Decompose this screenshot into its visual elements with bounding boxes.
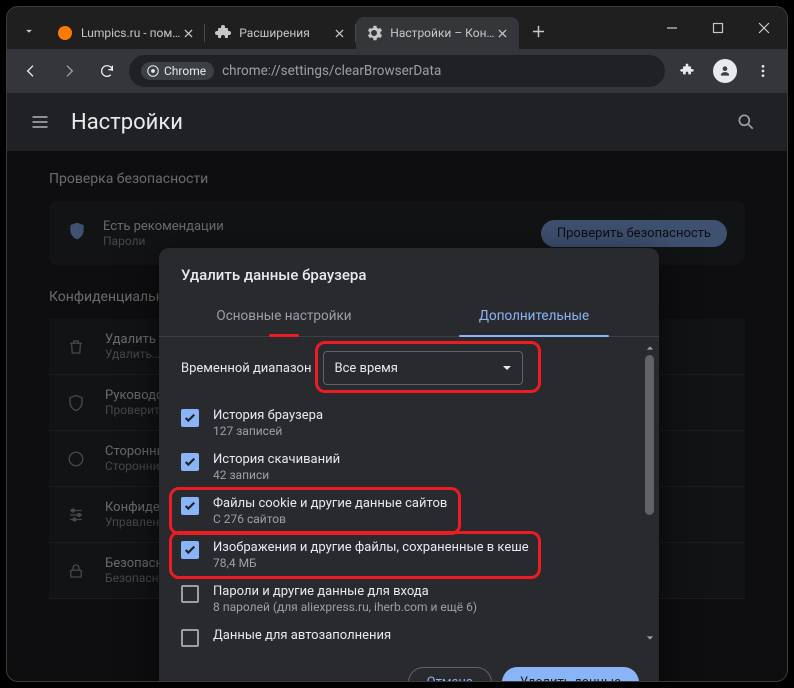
maximize-button[interactable] [695, 7, 741, 49]
toolbar: Chrome chrome://settings/clearBrowserDat… [7, 49, 787, 93]
dialog-title: Удалить данные браузера [159, 248, 659, 298]
time-range-row: Временной диапазон Все время [181, 351, 637, 385]
select-value: Все время [334, 361, 397, 376]
close-icon[interactable] [495, 25, 511, 41]
profile-button[interactable] [709, 55, 741, 87]
page-header: Настройки [7, 93, 787, 151]
checkbox[interactable] [181, 541, 199, 559]
tab-title: Настройки – Кон… [390, 26, 494, 40]
page-title: Настройки [71, 110, 183, 135]
tab-title: Lumpics.ru - пом… [81, 26, 180, 40]
chrome-chip: Chrome [141, 62, 214, 80]
tab-lumpics[interactable]: Lumpics.ru - пом… [47, 17, 204, 49]
checkbox[interactable] [181, 497, 199, 515]
scroll-up-icon[interactable] [645, 343, 654, 353]
scrollbar[interactable] [645, 343, 654, 643]
item-history[interactable]: История браузера127 записей [181, 401, 637, 445]
time-range-label: Временной диапазон [181, 361, 311, 376]
window-controls [649, 7, 787, 49]
dialog-body: Временной диапазон Все время История бра… [159, 337, 659, 653]
omnibox[interactable]: Chrome chrome://settings/clearBrowserDat… [129, 55, 665, 87]
tab-basic[interactable]: Основные настройки [159, 298, 409, 336]
minimize-button[interactable] [649, 7, 695, 49]
tab-extensions[interactable]: Расширения [205, 17, 355, 49]
checkbox[interactable] [181, 585, 199, 603]
scroll-down-icon[interactable] [645, 633, 654, 643]
close-icon[interactable] [331, 25, 347, 41]
back-button[interactable] [15, 55, 47, 87]
menu-icon[interactable] [27, 109, 53, 135]
item-cache[interactable]: Изображения и другие файлы, сохраненные … [181, 533, 637, 577]
checkbox[interactable] [181, 453, 199, 471]
tab-title: Расширения [239, 26, 331, 40]
item-autofill[interactable]: Данные для автозаполнения [181, 621, 637, 647]
avatar [713, 59, 737, 83]
item-downloads[interactable]: История скачиваний42 записи [181, 445, 637, 489]
confirm-button[interactable]: Удалить данные [502, 667, 639, 681]
item-cookies[interactable]: Файлы cookie и другие данные сайтовС 276… [181, 489, 637, 533]
new-tab-button[interactable] [525, 17, 553, 45]
browser-window: Lumpics.ru - пом… Расширения Настройки –… [6, 6, 788, 682]
puzzle-icon [215, 25, 231, 41]
forward-button[interactable] [53, 55, 85, 87]
dialog-actions: Отмена Удалить данные [159, 653, 659, 681]
clear-data-dialog: Удалить данные браузера Основные настрой… [159, 248, 659, 681]
cancel-button[interactable]: Отмена [408, 667, 492, 681]
gear-icon [366, 25, 382, 41]
tab-settings[interactable]: Настройки – Кон… [356, 17, 518, 49]
time-range-select[interactable]: Все время [323, 351, 523, 385]
extensions-button[interactable] [671, 55, 703, 87]
checkbox[interactable] [181, 629, 199, 647]
favicon-lumpics [57, 25, 73, 41]
close-icon[interactable] [180, 25, 196, 41]
item-passwords[interactable]: Пароли и другие данные для входа8 пароле… [181, 577, 637, 621]
search-icon[interactable] [733, 109, 759, 135]
scroll-thumb[interactable] [645, 355, 654, 515]
chip-label: Chrome [164, 64, 206, 78]
tab-search-button[interactable] [15, 17, 43, 45]
url-text: chrome://settings/clearBrowserData [222, 63, 441, 79]
checkbox[interactable] [181, 409, 199, 427]
chevron-down-icon [502, 363, 512, 373]
tab-strip: Lumpics.ru - пом… Расширения Настройки –… [7, 7, 787, 49]
reload-button[interactable] [91, 55, 123, 87]
settings-page: Настройки Проверка безопасности Есть рек… [7, 93, 787, 681]
close-window-button[interactable] [741, 7, 787, 49]
dialog-tabs: Основные настройки Дополнительные [159, 298, 659, 337]
tab-advanced[interactable]: Дополнительные [409, 298, 659, 336]
menu-button[interactable] [747, 55, 779, 87]
